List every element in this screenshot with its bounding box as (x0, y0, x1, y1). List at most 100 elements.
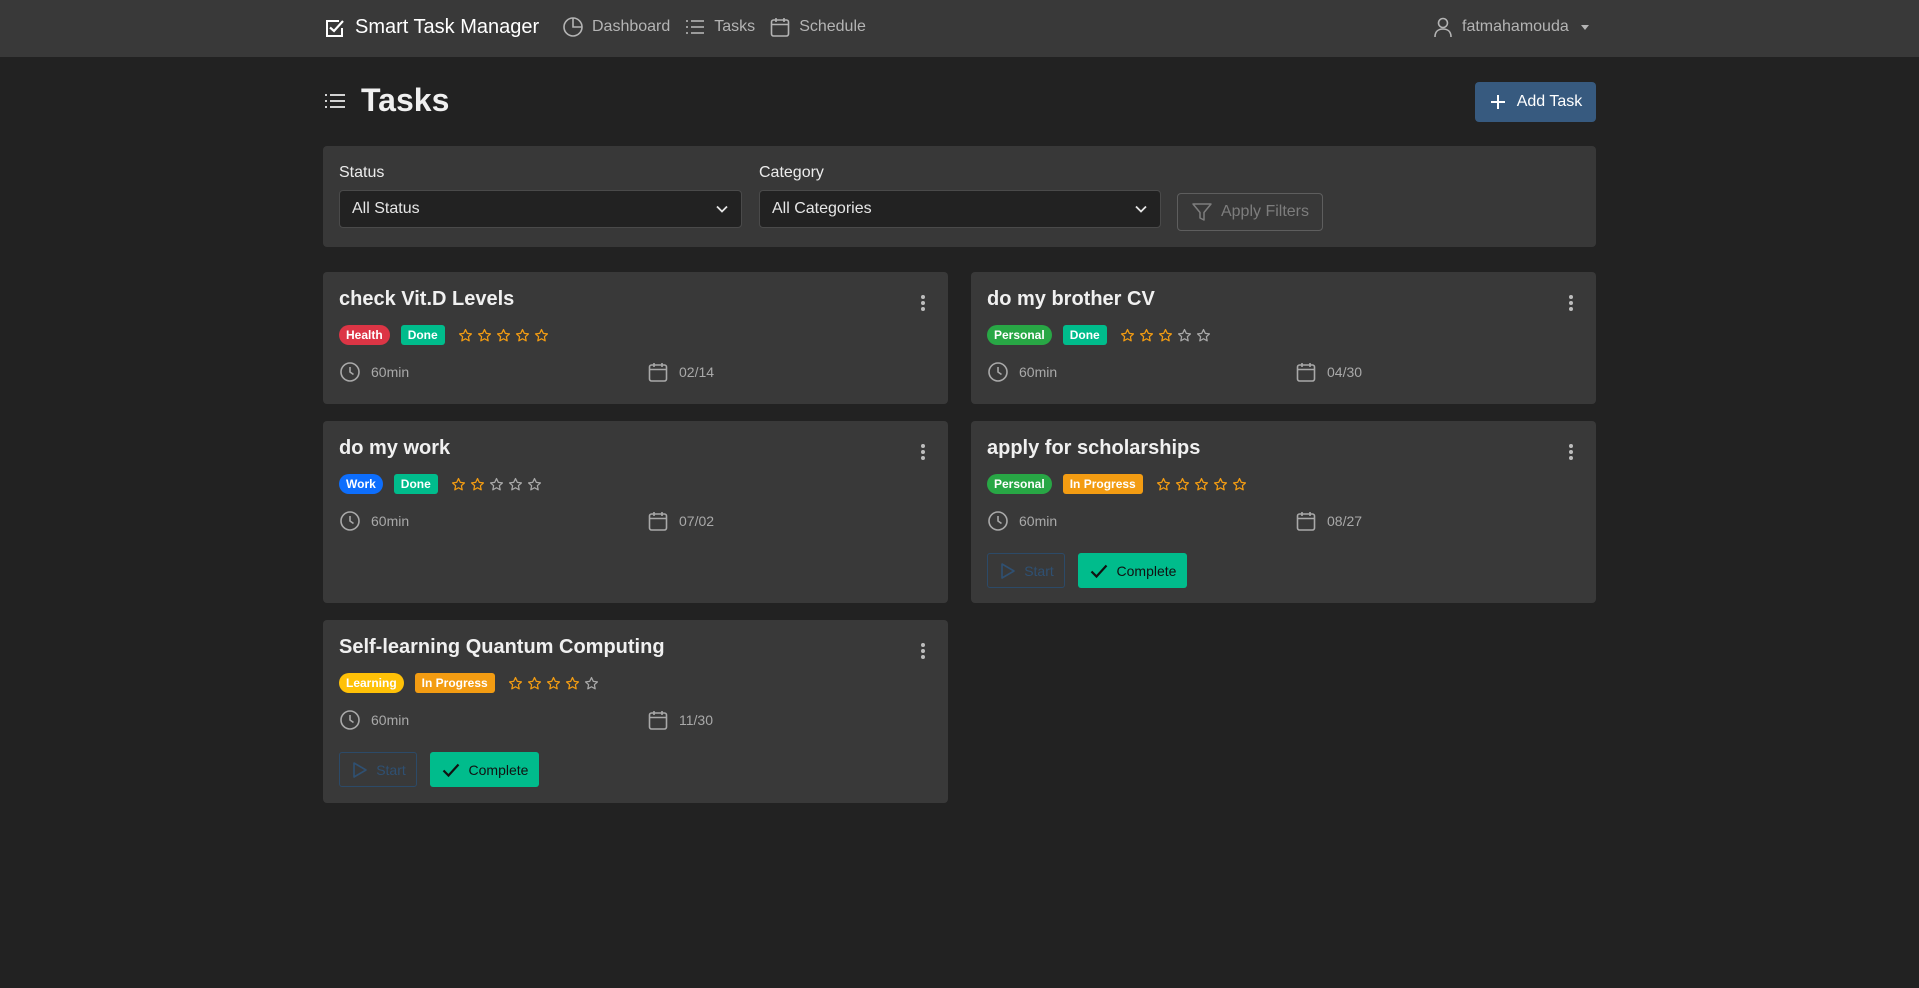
chevron-down-icon (715, 202, 729, 216)
category-badge: Health (339, 325, 390, 345)
task-date: 02/14 (647, 361, 714, 383)
task-duration: 60min (339, 709, 409, 731)
star-icon[interactable] (508, 477, 523, 492)
task-date: 08/27 (1295, 510, 1362, 532)
star-icon[interactable] (1177, 328, 1192, 343)
star-icon[interactable] (1175, 477, 1190, 492)
calendar-icon (647, 709, 669, 731)
star-icon[interactable] (1139, 328, 1154, 343)
task-card: check Vit.D Levels Health Done 60min 02/14 (323, 272, 948, 404)
priority-rating (1120, 328, 1211, 343)
star-icon[interactable] (527, 676, 542, 691)
brand[interactable]: Smart Task Manager (323, 16, 539, 39)
priority-rating (458, 328, 549, 343)
duration-value: 60min (371, 513, 410, 529)
play-icon (350, 761, 368, 779)
clock-icon (339, 510, 361, 532)
calendar-icon (647, 510, 669, 532)
play-icon (998, 562, 1016, 580)
star-icon[interactable] (1196, 328, 1211, 343)
start-button[interactable]: Start (339, 752, 417, 787)
task-title: apply for scholarships (987, 437, 1201, 459)
more-options-icon[interactable] (1568, 443, 1574, 461)
task-duration: 60min (987, 361, 1057, 383)
star-icon[interactable] (1156, 477, 1171, 492)
task-date: 04/30 (1295, 361, 1362, 383)
star-icon[interactable] (584, 676, 599, 691)
date-value: 07/02 (679, 513, 715, 529)
category-badge: Learning (339, 673, 404, 693)
star-icon[interactable] (565, 676, 580, 691)
duration-value: 60min (371, 364, 410, 380)
task-duration: 60min (987, 510, 1057, 532)
star-icon[interactable] (489, 477, 504, 492)
nav-tasks-label: Tasks (714, 18, 756, 35)
plus-icon (1489, 93, 1507, 111)
status-filter-label: Status (339, 164, 385, 181)
task-card: do my work Work Done 60min 07/02 (323, 421, 948, 603)
status-select[interactable]: All Status (339, 190, 742, 228)
clock-icon (987, 510, 1009, 532)
complete-button[interactable]: Complete (1078, 553, 1187, 588)
task-card: apply for scholarships Personal In Progres… (971, 421, 1596, 603)
star-icon[interactable] (534, 328, 549, 343)
check-icon (1089, 561, 1109, 581)
category-select[interactable]: All Categories (759, 190, 1161, 228)
star-icon[interactable] (1232, 477, 1247, 492)
apply-filters-button[interactable]: Apply Filters (1177, 193, 1323, 231)
priority-rating (1156, 477, 1247, 492)
star-icon[interactable] (470, 477, 485, 492)
page-title: Tasks (361, 82, 450, 118)
nav-dashboard-label: Dashboard (592, 18, 671, 35)
star-icon[interactable] (546, 676, 561, 691)
user-menu[interactable]: fatmahamouda (1432, 16, 1589, 38)
star-icon[interactable] (1158, 328, 1173, 343)
task-title: do my work (339, 437, 451, 459)
task-duration: 60min (339, 361, 409, 383)
task-title: Self-learning Quantum Computing (339, 636, 665, 658)
clock-icon (339, 709, 361, 731)
clock-icon (987, 361, 1009, 383)
task-card: Self-learning Quantum Computing Learning I… (323, 620, 948, 803)
more-options-icon[interactable] (920, 294, 926, 312)
complete-button[interactable]: Complete (430, 752, 539, 787)
add-task-button[interactable]: Add Task (1475, 82, 1596, 122)
status-badge: In Progress (414, 673, 495, 693)
filter-icon (1191, 201, 1213, 223)
nav-schedule[interactable]: Schedule (769, 16, 866, 38)
priority-rating (508, 676, 599, 691)
check-icon (441, 760, 461, 780)
task-title: check Vit.D Levels (339, 288, 515, 310)
calendar-icon (769, 16, 791, 38)
status-badge: In Progress (1062, 474, 1143, 494)
star-icon[interactable] (458, 328, 473, 343)
add-task-label: Add Task (1516, 93, 1583, 110)
date-value: 02/14 (679, 364, 715, 380)
username: fatmahamouda (1462, 18, 1569, 35)
nav-schedule-label: Schedule (799, 18, 866, 35)
task-date: 11/30 (647, 709, 713, 731)
pie-chart-icon (562, 16, 584, 38)
more-options-icon[interactable] (920, 443, 926, 461)
start-label: Start (1024, 562, 1054, 579)
star-icon[interactable] (527, 477, 542, 492)
brand-title: Smart Task Manager (355, 16, 540, 38)
star-icon[interactable] (1194, 477, 1209, 492)
more-options-icon[interactable] (1568, 294, 1574, 312)
nav-tasks[interactable]: Tasks (684, 16, 755, 38)
user-icon (1432, 16, 1454, 38)
start-button[interactable]: Start (987, 553, 1065, 588)
star-icon[interactable] (451, 477, 466, 492)
nav-dashboard[interactable]: Dashboard (562, 16, 670, 38)
star-icon[interactable] (508, 676, 523, 691)
star-icon[interactable] (496, 328, 511, 343)
star-icon[interactable] (477, 328, 492, 343)
checkbox-icon (323, 17, 345, 39)
star-icon[interactable] (1120, 328, 1135, 343)
star-icon[interactable] (1213, 477, 1228, 492)
more-options-icon[interactable] (920, 642, 926, 660)
star-icon[interactable] (515, 328, 530, 343)
duration-value: 60min (1019, 364, 1058, 380)
filter-panel: Status All Status Category All Categorie… (323, 146, 1596, 247)
status-badge: Done (393, 474, 438, 494)
